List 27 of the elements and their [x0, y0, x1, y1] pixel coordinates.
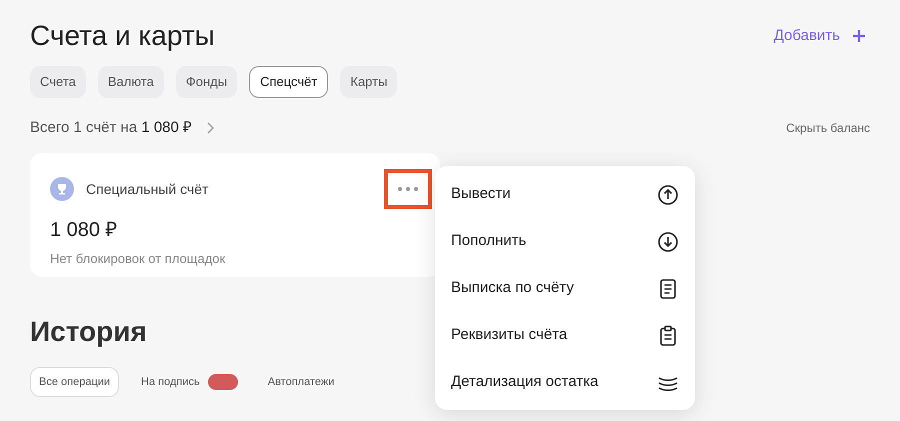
page-title: Счета и карты: [30, 19, 215, 53]
account-card[interactable]: Специальный счёт 1 080 ₽ Нет блокировок от площадок: [30, 153, 440, 277]
hide-balance-link[interactable]: Скрыть баланс: [786, 119, 870, 137]
filter-chip[interactable]: Автоплатежи: [260, 367, 342, 397]
section-title: История: [30, 315, 147, 349]
account-balance: 1 080 ₽: [50, 218, 119, 243]
more-button[interactable]: [384, 169, 432, 209]
upload-icon: [657, 184, 679, 206]
account-note: Нет блокировок от площадок: [50, 250, 226, 268]
tab[interactable]: Счета: [30, 66, 86, 98]
tab[interactable]: Фонды: [176, 66, 238, 98]
accounts-summary: Всего 1 счёт на 1 080 ₽: [30, 118, 192, 138]
plus-icon[interactable]: [852, 29, 866, 43]
menu-item[interactable]: Детализация остатка: [435, 359, 695, 406]
download-icon: [657, 230, 679, 252]
tab[interactable]: Спецсчёт: [249, 66, 328, 98]
tab[interactable]: Валюта: [98, 66, 164, 98]
tab[interactable]: Карты: [340, 66, 398, 98]
menu-item[interactable]: Реквизиты счёта: [435, 312, 695, 359]
document-icon: [657, 278, 679, 300]
clipboard-icon: [657, 324, 679, 346]
filter-chip[interactable]: Все операции: [30, 367, 120, 397]
chevron-right-icon[interactable]: [206, 122, 214, 134]
add-link[interactable]: Добавить: [774, 24, 866, 48]
account-name: Специальный счёт: [86, 180, 208, 199]
filter-chip[interactable]: На подпись: [133, 367, 246, 397]
trophy-icon: [50, 177, 74, 201]
